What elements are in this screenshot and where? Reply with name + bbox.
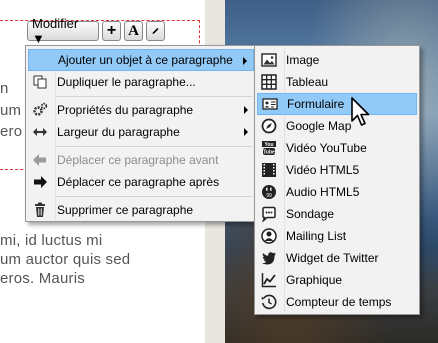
paragraph-context-menu: Ajouter un objet à ce paragraphe Dupliqu… (25, 45, 257, 222)
submenu-arrow-icon (244, 128, 248, 136)
blank-icon (30, 49, 52, 71)
paragraph-toolbar: Modifier ▼ + A (27, 16, 165, 46)
youtube-icon: You Tube (258, 137, 280, 159)
video-icon (258, 159, 280, 181)
chart-icon (258, 269, 280, 291)
menu-item-delete[interactable]: Supprimer ce paragraphe (28, 199, 254, 221)
menu-item-label: Audio HTML5 (286, 185, 360, 199)
edit-button[interactable] (146, 21, 165, 41)
poll-icon (258, 203, 280, 225)
submenu-item-image[interactable]: Image (257, 49, 417, 71)
audio-icon: 99 (258, 181, 280, 203)
user-icon (258, 225, 280, 247)
trash-icon (29, 199, 51, 221)
table-icon (258, 71, 280, 93)
menu-item-width[interactable]: Largeur du paragraphe (28, 121, 254, 143)
menu-item-label: Image (286, 53, 320, 67)
mouse-cursor-icon (351, 97, 370, 126)
submenu-item-poll[interactable]: Sondage (257, 203, 417, 225)
add-button[interactable]: + (102, 21, 121, 41)
paragraph-text-line: eros. Mauris (0, 270, 85, 287)
duplicate-icon (29, 71, 51, 93)
menu-item-label: Formulaire (287, 97, 345, 111)
arrow-right-icon (29, 171, 51, 193)
paragraph-text-line: n (0, 80, 9, 97)
submenu-item-google-map[interactable]: Google Map (257, 115, 417, 137)
menu-item-label: Graphique (286, 273, 343, 287)
submenu-item-twitter-widget[interactable]: Widget de Twitter (257, 247, 417, 269)
menu-item-label: Largeur du paragraphe (57, 125, 180, 139)
paragraph-text-line: mi, id luctus mi (0, 232, 103, 249)
modifier-button[interactable]: Modifier ▼ (27, 16, 99, 46)
menu-item-label: Sondage (286, 207, 335, 221)
paragraph-text-line: um auctor quis sed (0, 251, 131, 268)
gears-icon (29, 99, 51, 121)
menu-item-label: Widget de Twitter (286, 251, 379, 265)
submenu-item-timer[interactable]: Compteur de temps (257, 291, 417, 313)
twitter-icon (258, 247, 280, 269)
submenu-arrow-icon (244, 106, 248, 114)
svg-text:Tube: Tube (263, 150, 275, 156)
image-icon (258, 49, 280, 71)
menu-item-label: Vidéo HTML5 (286, 163, 360, 177)
submenu-arrow-icon (243, 57, 247, 65)
submenu-item-form[interactable]: Formulaire (257, 93, 417, 115)
menu-item-move-before: Déplacer ce paragraphe avant (28, 149, 254, 171)
menu-item-label: Ajouter un objet à ce paragraphe (58, 53, 233, 67)
width-icon (29, 121, 51, 143)
menu-item-label: Mailing List (286, 229, 347, 243)
menu-item-label: Google Map (286, 119, 352, 133)
menu-item-duplicate[interactable]: Dupliquer le paragraphe... (28, 71, 254, 93)
menu-item-label: Compteur de temps (286, 295, 392, 309)
text-style-button[interactable]: A (124, 21, 143, 41)
form-icon (259, 93, 281, 115)
menu-item-label: Déplacer ce paragraphe avant (57, 153, 219, 167)
svg-text:You: You (264, 142, 273, 148)
menu-item-label: Vidéo YouTube (286, 141, 367, 155)
submenu-item-youtube[interactable]: You Tube Vidéo YouTube (257, 137, 417, 159)
submenu-item-html5-audio[interactable]: 99 Audio HTML5 (257, 181, 417, 203)
submenu-item-html5-video[interactable]: Vidéo HTML5 (257, 159, 417, 181)
clock-icon (258, 291, 280, 313)
submenu-item-chart[interactable]: Graphique (257, 269, 417, 291)
paragraph-text-line: ero (0, 123, 23, 140)
arrow-left-icon (29, 149, 51, 171)
submenu-item-table[interactable]: Tableau (257, 71, 417, 93)
menu-item-label: Tableau (286, 75, 329, 89)
submenu-item-mailing-list[interactable]: Mailing List (257, 225, 417, 247)
menu-item-properties[interactable]: Propriétés du paragraphe (28, 99, 254, 121)
menu-separator (56, 146, 252, 147)
menu-item-label: Propriétés du paragraphe (57, 103, 194, 117)
menu-item-add-object[interactable]: Ajouter un objet à ce paragraphe (28, 49, 254, 71)
menu-item-label: Dupliquer le paragraphe... (57, 75, 196, 89)
menu-item-label: Déplacer ce paragraphe après (57, 175, 220, 189)
pencil-icon (152, 28, 159, 34)
svg-text:99: 99 (266, 193, 272, 199)
paragraph-text-line: um (0, 102, 22, 119)
menu-item-move-after[interactable]: Déplacer ce paragraphe après (28, 171, 254, 193)
add-object-submenu: Image Tableau Formulaire Google Map You T… (254, 45, 420, 315)
menu-separator (56, 96, 252, 97)
compass-icon (258, 115, 280, 137)
menu-item-label: Supprimer ce paragraphe (57, 203, 194, 217)
menu-separator (56, 196, 252, 197)
